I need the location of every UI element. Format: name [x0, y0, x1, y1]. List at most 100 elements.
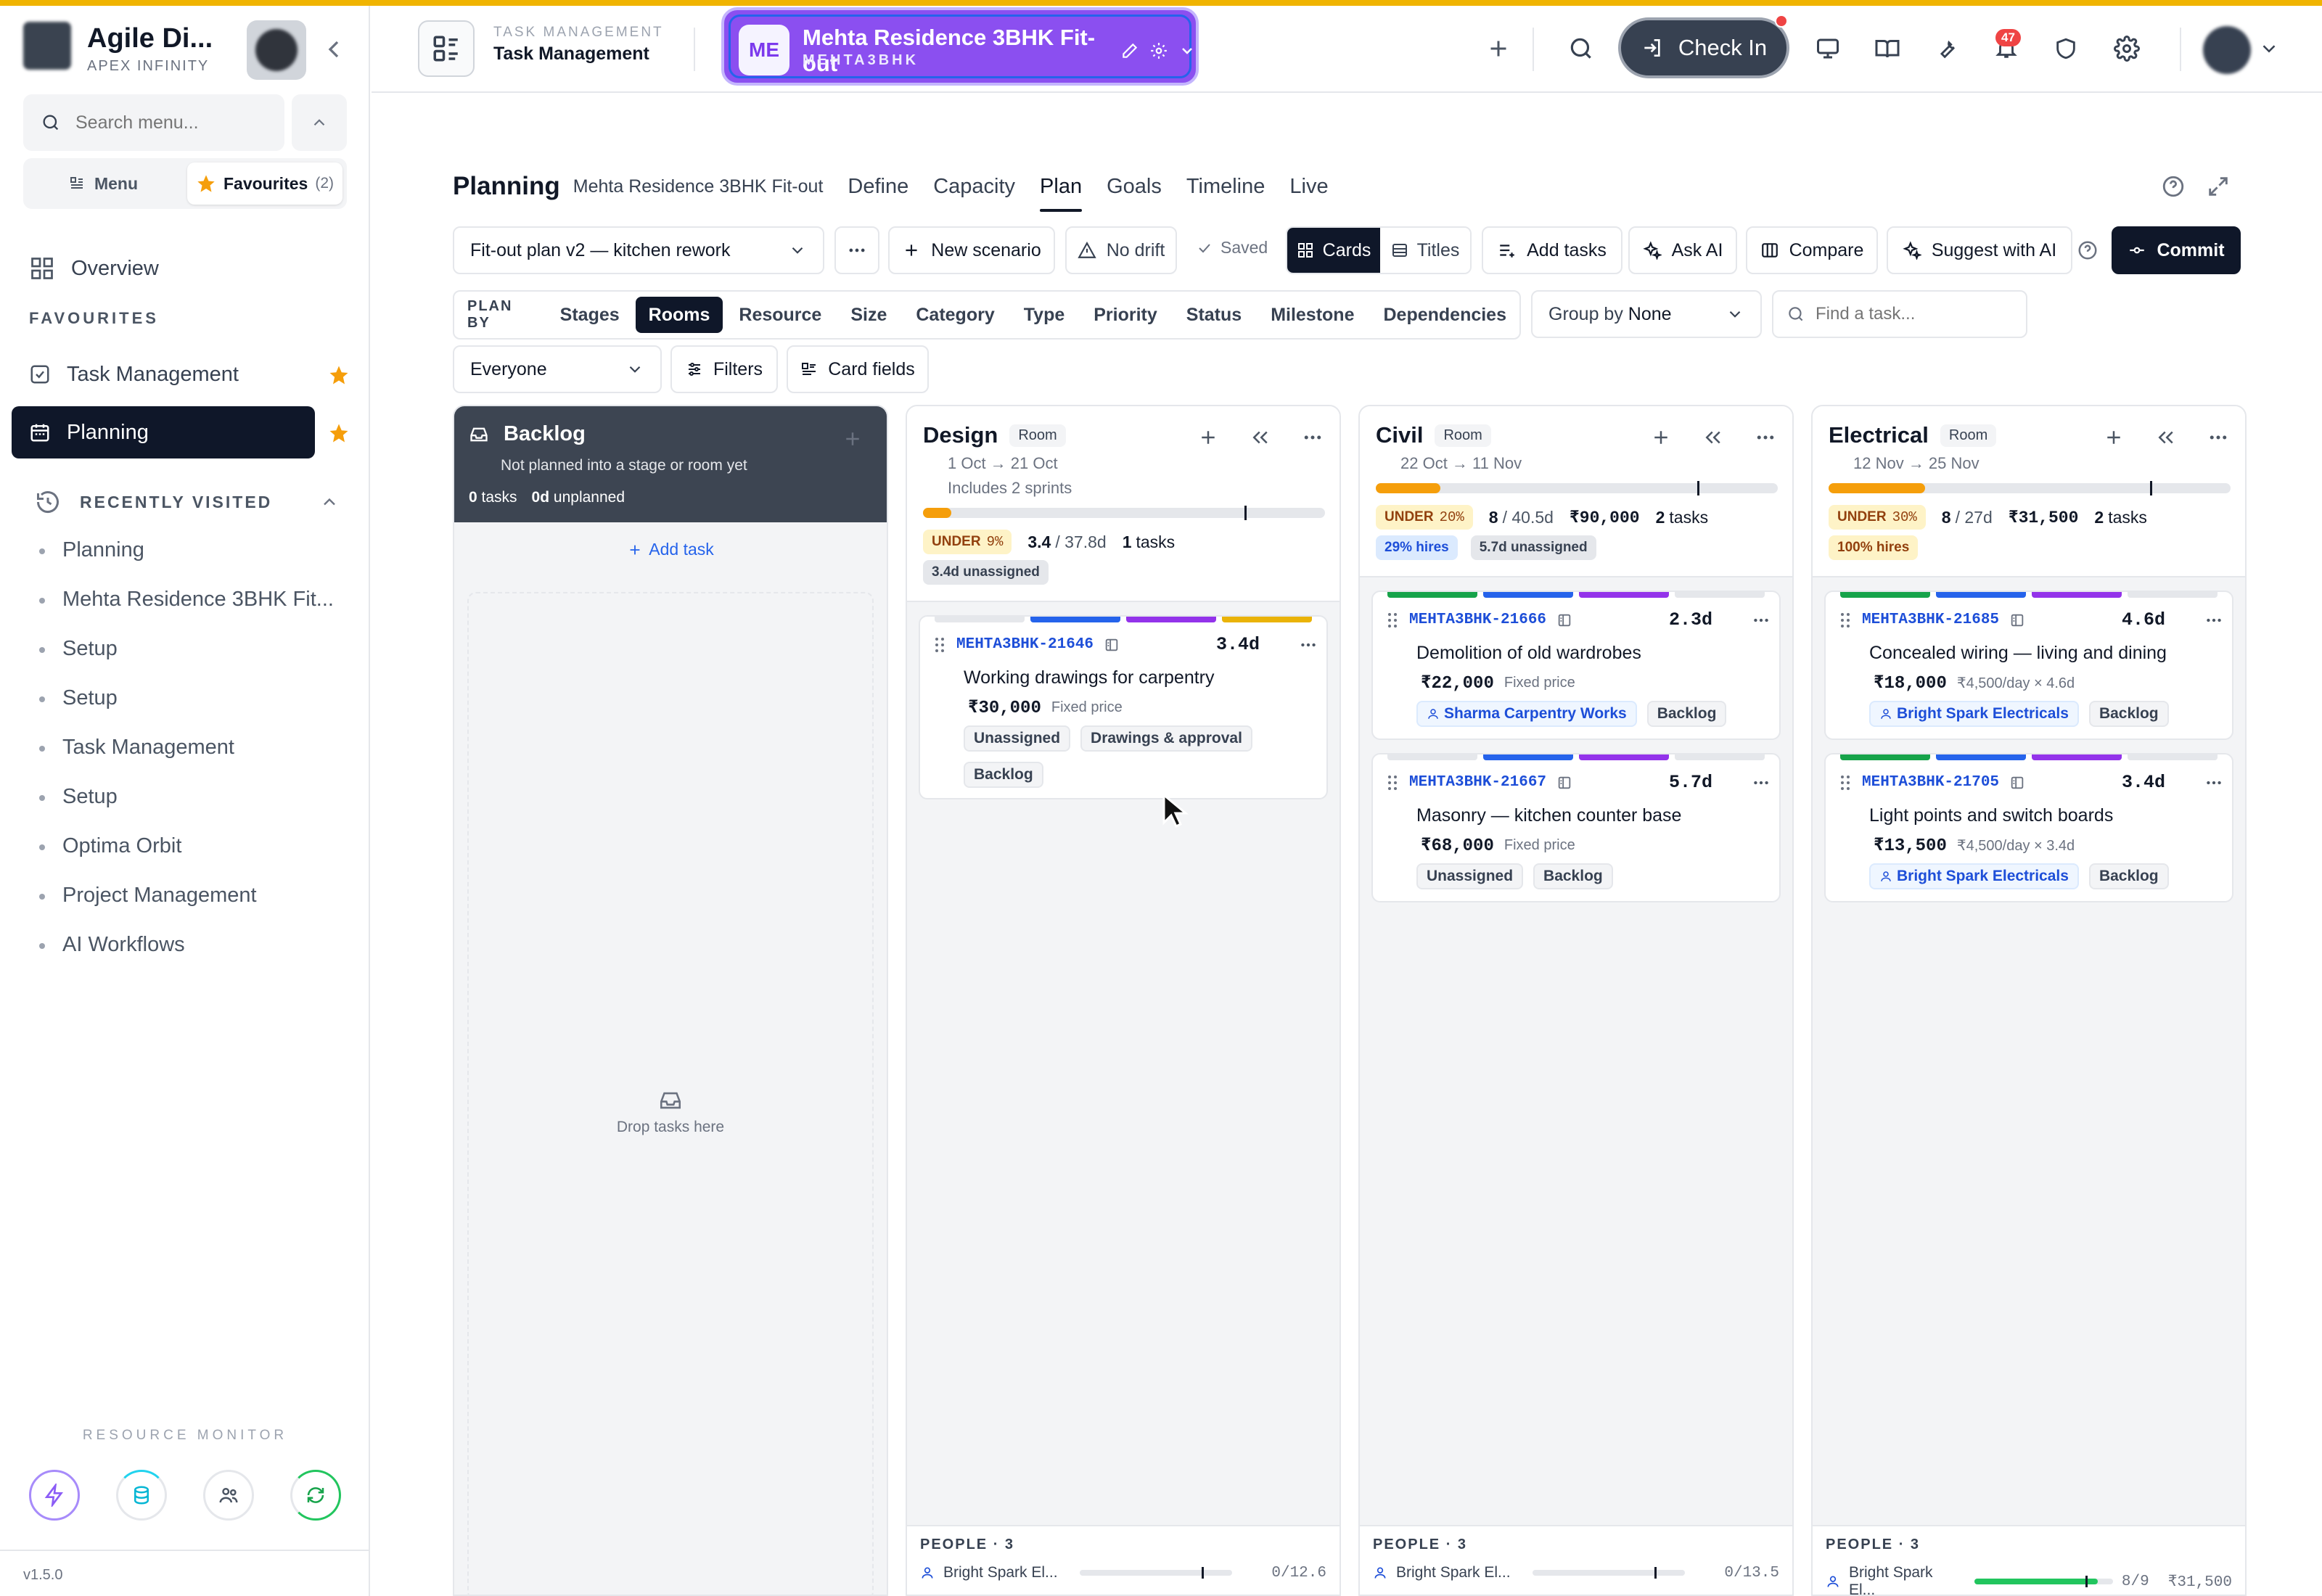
plan-by-stages[interactable]: Stages — [547, 297, 633, 333]
more-horizontal-icon[interactable] — [1302, 427, 1324, 448]
find-task-search[interactable] — [1772, 290, 2027, 338]
monitor-icon[interactable] — [1802, 23, 1853, 74]
drag-handle-icon[interactable] — [933, 636, 946, 654]
group-by-select[interactable]: Group by None — [1531, 290, 1762, 338]
chevron-down-icon[interactable] — [2258, 38, 2280, 59]
add-icon[interactable] — [2103, 427, 2125, 448]
recent-item[interactable]: Planning — [62, 538, 144, 562]
resource-tag[interactable]: Bright Spark Electricals — [1869, 701, 2079, 727]
tab-capacity[interactable]: Capacity — [933, 175, 1015, 199]
task-code[interactable]: MEHTA3BHK-21646 — [956, 636, 1094, 653]
sync-monitor-icon[interactable] — [290, 1470, 341, 1521]
activity-monitor-icon[interactable] — [29, 1470, 80, 1521]
module-switcher-icon[interactable] — [418, 20, 475, 77]
panel-icon[interactable] — [1104, 637, 1120, 653]
tab-menu[interactable]: Menu — [23, 158, 183, 209]
recent-item[interactable]: Setup — [62, 637, 118, 661]
edit-icon[interactable] — [1120, 41, 1139, 60]
recent-item[interactable]: Optima Orbit — [62, 834, 181, 858]
collapse-column-icon[interactable] — [1250, 427, 1271, 448]
plan-by-status[interactable]: Status — [1173, 297, 1255, 333]
card-fields-button[interactable]: Card fields — [787, 345, 929, 393]
panel-icon[interactable] — [1556, 775, 1572, 791]
suggest-with-ai-button[interactable]: Suggest with AI — [1887, 226, 2072, 274]
expand-icon[interactable] — [2206, 174, 2231, 199]
drag-handle-icon[interactable] — [1386, 774, 1399, 791]
task-card[interactable]: MEHTA3BHK-21666 2.3d Demolition of old war… — [1371, 591, 1781, 740]
titles-view-button[interactable]: Titles — [1380, 228, 1470, 273]
search-icon[interactable] — [1556, 23, 1607, 74]
tab-plan[interactable]: Plan — [1040, 175, 1083, 212]
ask-ai-button[interactable]: Ask AI — [1628, 226, 1737, 274]
task-card[interactable]: MEHTA3BHK-21667 5.7d Masonry — kitchen cou… — [1371, 753, 1781, 902]
plan-by-category[interactable]: Category — [903, 297, 1007, 333]
plan-by-size[interactable]: Size — [837, 297, 900, 333]
settings-icon[interactable] — [1149, 41, 1168, 60]
sidebar-item-task-management[interactable]: Task Management — [29, 353, 356, 396]
new-scenario-button[interactable]: New scenario — [888, 226, 1055, 274]
people-row[interactable]: Bright Spark El... 8/9 ₹31,500 — [1826, 1564, 2232, 1595]
more-horizontal-icon[interactable] — [2207, 427, 2229, 448]
task-code[interactable]: MEHTA3BHK-21667 — [1409, 774, 1546, 791]
audience-select[interactable]: Everyone — [453, 345, 662, 393]
collapse-column-icon[interactable] — [2155, 427, 2177, 448]
favourite-star-icon[interactable] — [328, 422, 350, 444]
panel-icon[interactable] — [1556, 612, 1572, 628]
task-card[interactable]: MEHTA3BHK-21646 3.4d Working drawings for … — [919, 615, 1328, 799]
user-avatar[interactable] — [2203, 26, 2251, 74]
more-horizontal-icon[interactable] — [2204, 773, 2223, 792]
drag-handle-icon[interactable] — [1386, 612, 1399, 629]
search-menu-input[interactable] — [75, 112, 279, 133]
task-card[interactable]: MEHTA3BHK-21705 3.4d Light points and swit… — [1824, 753, 2233, 902]
chevron-up-icon[interactable] — [292, 94, 347, 151]
more-horizontal-icon[interactable] — [1752, 611, 1771, 630]
chevron-down-icon[interactable] — [1178, 42, 1196, 59]
plan-by-dependencies[interactable]: Dependencies — [1370, 297, 1519, 333]
help-icon[interactable] — [2161, 174, 2186, 199]
more-horizontal-icon[interactable] — [2204, 611, 2223, 630]
filters-button[interactable]: Filters — [670, 345, 778, 393]
cards-view-button[interactable]: Cards — [1287, 228, 1380, 273]
panel-icon[interactable] — [2009, 775, 2025, 791]
plan-by-resource[interactable]: Resource — [726, 297, 834, 333]
drag-handle-icon[interactable] — [1839, 774, 1852, 791]
task-card[interactable]: MEHTA3BHK-21685 4.6d Concealed wiring — li… — [1824, 591, 2233, 740]
resource-tag[interactable]: Sharma Carpentry Works — [1416, 701, 1637, 727]
recent-item[interactable]: Setup — [62, 785, 118, 809]
recently-visited-toggle[interactable]: RECENTLY VISITED — [35, 489, 340, 515]
add-icon[interactable] — [1650, 427, 1672, 448]
tab-define[interactable]: Define — [848, 175, 908, 199]
project-switcher[interactable]: ME Mehta Residence 3BHK Fit-out MEHTA3BH… — [721, 7, 1199, 86]
recent-item[interactable]: Mehta Residence 3BHK Fit... — [62, 588, 334, 612]
collapse-sidebar-icon[interactable] — [319, 35, 348, 64]
collapse-column-icon[interactable] — [1702, 427, 1724, 448]
people-row[interactable]: Bright Spark El... 0/12.6 — [920, 1564, 1326, 1581]
more-options-button[interactable] — [834, 226, 879, 274]
help-icon[interactable] — [2077, 239, 2099, 261]
wrench-icon[interactable] — [1921, 23, 1972, 74]
database-monitor-icon[interactable] — [116, 1470, 167, 1521]
workspace-avatar[interactable] — [247, 20, 306, 80]
recent-item[interactable]: Setup — [62, 686, 118, 710]
backlog-add-task[interactable]: Add task — [454, 540, 887, 559]
plan-by-priority[interactable]: Priority — [1080, 297, 1170, 333]
people-row[interactable]: Bright Spark El... 0/13.5 — [1373, 1564, 1779, 1581]
users-monitor-icon[interactable] — [203, 1470, 254, 1521]
check-in-button[interactable]: Check In — [1618, 17, 1789, 78]
recent-item[interactable]: AI Workflows — [62, 933, 185, 957]
task-code[interactable]: MEHTA3BHK-21705 — [1862, 774, 1999, 791]
add-icon[interactable] — [1473, 23, 1524, 74]
tab-goals[interactable]: Goals — [1107, 175, 1162, 199]
drift-status-button[interactable]: No drift — [1065, 226, 1177, 274]
plan-by-type[interactable]: Type — [1011, 297, 1078, 333]
add-icon[interactable] — [1197, 427, 1219, 448]
shield-icon[interactable] — [2040, 23, 2091, 74]
more-horizontal-icon[interactable] — [1755, 427, 1776, 448]
plan-by-milestone[interactable]: Milestone — [1258, 297, 1367, 333]
panel-icon[interactable] — [2009, 612, 2025, 628]
sidebar-item-overview[interactable]: Overview — [29, 247, 159, 290]
tab-favourites[interactable]: Favourites (2) — [187, 163, 342, 205]
scenario-select[interactable]: Fit-out plan v2 — kitchen rework — [453, 226, 824, 274]
drag-handle-icon[interactable] — [1839, 612, 1852, 629]
compare-button[interactable]: Compare — [1746, 226, 1878, 274]
